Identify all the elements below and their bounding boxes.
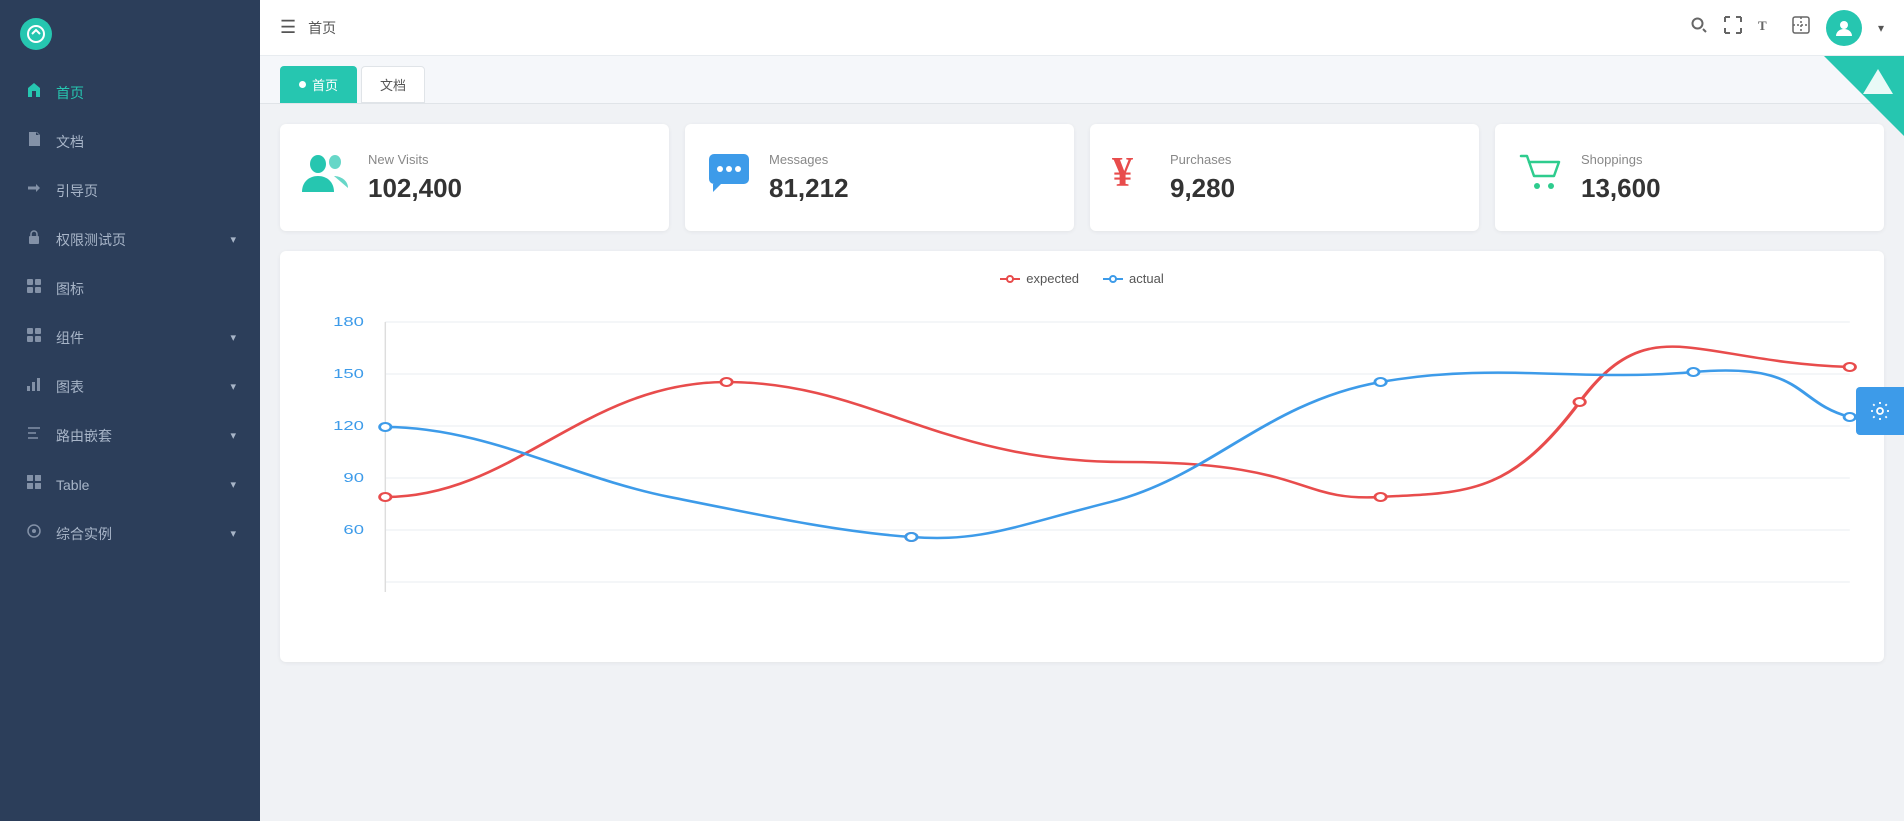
sidebar-item-docs-label: 文档	[56, 132, 84, 152]
legend-expected: expected	[1000, 271, 1079, 286]
home-icon	[24, 82, 44, 103]
sidebar-item-components-label: 组件	[56, 328, 84, 348]
stat-card-visits: New Visits 102,400	[280, 124, 669, 231]
sidebar-item-table[interactable]: Table ▾	[0, 460, 260, 509]
stats-row: New Visits 102,400 Messages	[280, 124, 1884, 231]
sidebar-item-icons[interactable]: 图标	[0, 264, 260, 313]
chevron-down-icon: ▾	[230, 429, 236, 442]
content-area: New Visits 102,400 Messages	[260, 104, 1904, 821]
fullscreen-icon[interactable]	[1724, 16, 1742, 39]
sidebar-item-components[interactable]: 组件 ▾	[0, 313, 260, 362]
chevron-down-icon: ▾	[230, 331, 236, 344]
icons-icon	[24, 278, 44, 299]
sidebar-item-permissions-label: 权限测试页	[56, 230, 126, 250]
components-icon	[24, 327, 44, 348]
tab-docs[interactable]: 文档	[361, 66, 425, 103]
docs-icon	[24, 131, 44, 152]
stat-label-visits: New Visits	[368, 152, 462, 167]
sidebar-item-table-label: Table	[56, 477, 89, 493]
menu-toggle-icon[interactable]: ☰	[280, 17, 296, 38]
stat-label-purchases: Purchases	[1170, 152, 1235, 167]
sidebar-item-docs[interactable]: 文档	[0, 117, 260, 166]
stat-card-purchases: ¥ Purchases 9,280	[1090, 124, 1479, 231]
chevron-down-icon: ▾	[230, 527, 236, 540]
sidebar-item-charts[interactable]: 图表 ▾	[0, 362, 260, 411]
svg-text:150: 150	[333, 367, 364, 381]
avatar-dropdown-icon[interactable]: ▾	[1878, 21, 1884, 35]
stat-value-messages: 81,212	[769, 173, 849, 204]
breadcrumb: 首页	[308, 18, 1678, 38]
sidebar-item-examples[interactable]: 综合实例 ▾	[0, 509, 260, 558]
sidebar-logo	[0, 0, 260, 68]
translate-icon[interactable]	[1792, 16, 1810, 39]
chart-area: 180 150 120 90 60	[300, 302, 1864, 642]
main-content: ☰ 首页 T ▾ 首页 文档	[260, 0, 1904, 821]
stat-label-messages: Messages	[769, 152, 849, 167]
sidebar-item-guide[interactable]: 引导页	[0, 166, 260, 215]
stat-card-shoppings: Shoppings 13,600	[1495, 124, 1884, 231]
svg-text:120: 120	[333, 419, 364, 433]
stat-info-messages: Messages 81,212	[769, 152, 849, 204]
messages-icon	[705, 148, 753, 207]
purchases-icon: ¥	[1110, 148, 1154, 207]
logo-icon	[20, 18, 52, 50]
guide-icon	[24, 180, 44, 201]
tab-bar: 首页 文档	[260, 56, 1904, 104]
sidebar-item-permissions[interactable]: 权限测试页 ▾	[0, 215, 260, 264]
stat-label-shoppings: Shoppings	[1581, 152, 1661, 167]
tab-docs-label: 文档	[380, 78, 406, 93]
shoppings-icon	[1515, 148, 1565, 207]
sidebar-item-home-label: 首页	[56, 83, 84, 103]
sidebar-item-nested[interactable]: 路由嵌套 ▾	[0, 411, 260, 460]
examples-icon	[24, 523, 44, 544]
lock-icon	[24, 229, 44, 250]
sidebar: 首页 文档 引导页 权限测试页 ▾ 图标 组件 ▾	[0, 0, 260, 821]
charts-icon	[24, 376, 44, 397]
stat-value-purchases: 9,280	[1170, 173, 1235, 204]
sidebar-item-examples-label: 综合实例	[56, 524, 112, 544]
visits-icon	[300, 148, 352, 207]
sidebar-item-guide-label: 引导页	[56, 181, 98, 201]
svg-text:90: 90	[343, 471, 364, 485]
nested-icon	[24, 425, 44, 446]
chart-legend: expected actual	[300, 271, 1864, 286]
header-actions: T ▾	[1690, 10, 1884, 46]
search-icon[interactable]	[1690, 16, 1708, 39]
tab-home-label: 首页	[312, 75, 338, 94]
stat-info-purchases: Purchases 9,280	[1170, 152, 1235, 204]
tab-active-dot	[299, 81, 306, 88]
chevron-down-icon: ▾	[230, 380, 236, 393]
header: ☰ 首页 T ▾	[260, 0, 1904, 56]
sidebar-item-icons-label: 图标	[56, 279, 84, 299]
stat-value-shoppings: 13,600	[1581, 173, 1661, 204]
table-icon	[24, 474, 44, 495]
user-avatar[interactable]	[1826, 10, 1862, 46]
stat-info-shoppings: Shoppings 13,600	[1581, 152, 1661, 204]
tab-home[interactable]: 首页	[280, 66, 357, 103]
chevron-down-icon: ▾	[230, 233, 236, 246]
sidebar-item-nested-label: 路由嵌套	[56, 426, 112, 446]
svg-text:¥: ¥	[1112, 150, 1133, 196]
sidebar-item-home[interactable]: 首页	[0, 68, 260, 117]
legend-expected-label: expected	[1026, 271, 1079, 286]
stat-card-messages: Messages 81,212	[685, 124, 1074, 231]
sidebar-item-charts-label: 图表	[56, 377, 84, 397]
svg-text:T: T	[1758, 18, 1767, 33]
chart-card: expected actual	[280, 251, 1884, 662]
stat-info-visits: New Visits 102,400	[368, 152, 462, 204]
legend-actual-label: actual	[1129, 271, 1164, 286]
float-settings-button[interactable]	[1856, 387, 1904, 435]
svg-text:180: 180	[333, 315, 364, 329]
svg-text:60: 60	[343, 523, 364, 537]
chevron-down-icon: ▾	[230, 478, 236, 491]
legend-actual: actual	[1103, 271, 1164, 286]
font-size-icon[interactable]: T	[1758, 16, 1776, 39]
stat-value-visits: 102,400	[368, 173, 462, 204]
